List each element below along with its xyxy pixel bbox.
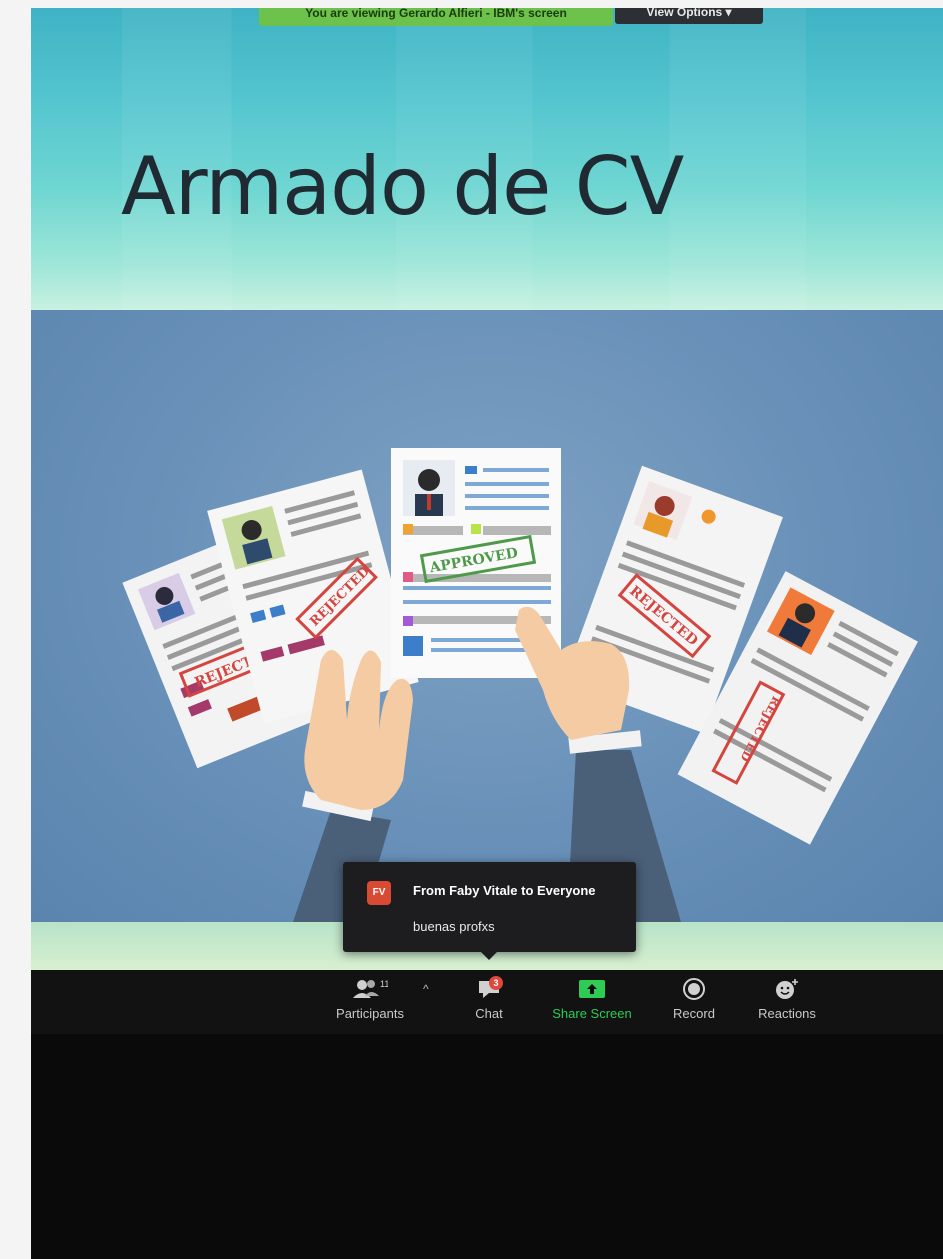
view-options-button[interactable]: View Options ▾ [615, 8, 763, 24]
sharing-banner: You are viewing Gerardo Alfieri - IBM's … [259, 8, 613, 26]
participants-caret-icon[interactable]: ^ [423, 982, 429, 996]
meeting-toolbar: 11 Participants ^ 3 Chat Share Screen Re… [31, 970, 943, 1034]
avatar: FV [367, 881, 391, 905]
reactions-label: Reactions [758, 1006, 816, 1021]
chat-message: buenas profxs [413, 919, 495, 934]
record-label: Record [673, 1006, 715, 1021]
shared-slide: Armado de CV REJECT REJECTED REJECTED RE… [31, 8, 943, 970]
slide-title: Armado de CV [121, 140, 684, 233]
share-screen-icon [543, 976, 641, 1002]
participant-count: 11 [380, 979, 388, 989]
zoom-window: Armado de CV REJECT REJECTED REJECTED RE… [31, 8, 943, 1259]
cv-review-illustration: REJECT REJECTED REJECTED REJECTED APPROV… [122, 448, 918, 922]
chat-sender: From Faby Vitale to Everyone [413, 883, 596, 898]
chat-badge: 3 [489, 976, 503, 990]
reactions-icon [753, 976, 821, 1002]
participants-icon: 11 [329, 976, 411, 1002]
share-screen-label: Share Screen [552, 1006, 632, 1021]
chat-label: Chat [475, 1006, 503, 1021]
chat-notification[interactable]: FV From Faby Vitale to Everyone buenas p… [343, 862, 636, 960]
participants-button[interactable]: 11 Participants [329, 976, 411, 1021]
chat-button[interactable]: 3 Chat [467, 976, 511, 1021]
participants-label: Participants [336, 1006, 404, 1021]
chat-icon: 3 [467, 976, 511, 1002]
record-button[interactable]: Record [667, 976, 721, 1021]
record-icon [667, 976, 721, 1002]
share-screen-button[interactable]: Share Screen [543, 976, 641, 1021]
reactions-button[interactable]: Reactions [753, 976, 821, 1021]
slide-illustration-area: REJECT REJECTED REJECTED REJECTED APPROV… [31, 310, 943, 922]
